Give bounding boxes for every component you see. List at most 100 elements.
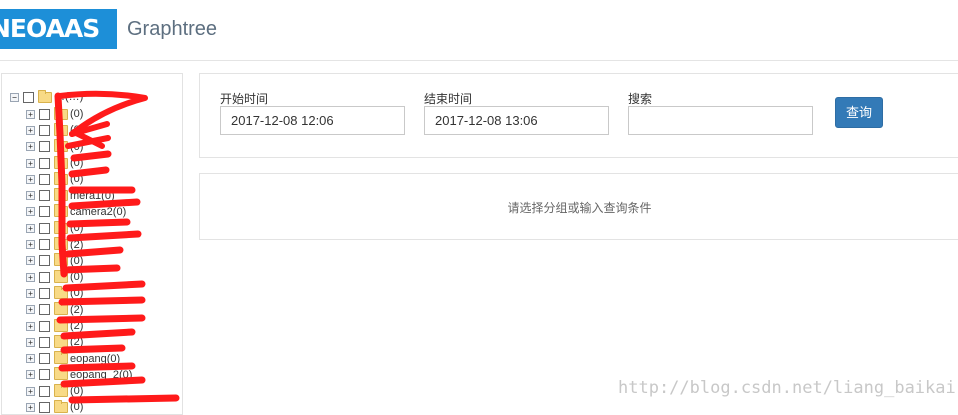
tree-checkbox[interactable] (39, 190, 50, 202)
tree-node[interactable]: + (0) (26, 253, 132, 269)
tree-node[interactable]: + (2) (26, 236, 132, 252)
plus-square-icon[interactable]: + (26, 321, 35, 331)
plus-square-icon[interactable]: + (26, 174, 35, 184)
tree-checkbox[interactable] (39, 157, 50, 169)
tree-node[interactable]: + (0) (26, 269, 132, 285)
tree-node[interactable]: + eopang_2(0) (26, 367, 132, 383)
tree-node[interactable]: + (2) (26, 318, 132, 334)
tree-node-label[interactable]: (0) (70, 400, 83, 414)
tree-checkbox[interactable] (39, 255, 50, 267)
folder-icon (54, 269, 68, 283)
tree-node-label[interactable]: (0) (70, 156, 83, 170)
tree-checkbox[interactable] (39, 206, 50, 218)
plus-square-icon[interactable]: + (26, 337, 35, 347)
query-button[interactable]: 查询 (835, 97, 883, 128)
folder-icon (54, 302, 68, 316)
tree-node-label[interactable]: (0) (70, 123, 83, 137)
tree-node-label[interactable]: (2) (70, 303, 83, 317)
tree-node-label[interactable]: (0) (70, 140, 83, 154)
tree-checkbox[interactable] (39, 108, 50, 120)
tree-node[interactable]: + (0) (26, 399, 132, 414)
tree-node[interactable]: + (0) (26, 171, 132, 187)
tree-node[interactable]: + camera2(0) (26, 204, 132, 220)
tree-node[interactable]: + (0) (26, 106, 132, 122)
tree-node-label[interactable]: (0) (70, 286, 83, 300)
tree-checkbox[interactable] (39, 271, 50, 283)
tree-node-label[interactable]: (0) (70, 384, 83, 398)
group-tree-panel: − …(…) + (0) + (0) + (0) + (0) + (0) + mera1(0) + cam… (1, 73, 183, 415)
tree-node[interactable]: + (0) (26, 383, 132, 399)
empty-result-message: 请选择分组或输入查询条件 (507, 201, 652, 215)
tree-checkbox[interactable] (39, 141, 50, 153)
plus-square-icon[interactable]: + (26, 256, 35, 266)
tree-checkbox[interactable] (39, 385, 50, 397)
tree-node[interactable]: + (0) (26, 139, 132, 155)
tree-node-label[interactable]: (2) (70, 335, 83, 349)
tree-checkbox[interactable] (39, 304, 50, 316)
plus-square-icon[interactable]: + (26, 402, 35, 412)
minus-square-icon[interactable]: − (10, 92, 19, 102)
plus-square-icon[interactable]: + (26, 142, 35, 152)
app-header: NEOAAS Graphtree (0, 0, 958, 61)
tree-node-label[interactable]: (0) (70, 172, 83, 186)
folder-icon (54, 171, 68, 185)
tree-node-label[interactable]: (2) (70, 238, 83, 252)
tree-node-label[interactable]: (0) (70, 270, 83, 284)
brand-logo[interactable]: NEOAAS (0, 9, 117, 49)
tree-node[interactable]: + (0) (26, 122, 132, 138)
tree-root-label[interactable]: …(…) (54, 90, 83, 104)
tree-node[interactable]: + (0) (26, 155, 132, 171)
folder-icon (54, 253, 68, 267)
tree-node[interactable]: + (0) (26, 220, 132, 236)
keyword-input[interactable] (628, 106, 813, 135)
end-time-input[interactable]: 2017-12-08 13:06 (424, 106, 609, 135)
tree-checkbox[interactable] (39, 369, 50, 381)
tree-node[interactable]: + (2) (26, 334, 132, 350)
tree-checkbox[interactable] (39, 353, 50, 365)
tree-node-label[interactable]: eopang(0) (70, 352, 120, 366)
tree-node-label[interactable]: (2) (70, 319, 83, 333)
tree-node[interactable]: + eopang(0) (26, 350, 132, 366)
tree-checkbox[interactable] (39, 401, 50, 413)
tree-checkbox[interactable] (23, 91, 34, 103)
tree-checkbox[interactable] (39, 173, 50, 185)
start-time-input[interactable]: 2017-12-08 12:06 (220, 106, 405, 135)
plus-square-icon[interactable]: + (26, 223, 35, 233)
tree-node-label[interactable]: (0) (70, 221, 83, 235)
plus-square-icon[interactable]: + (26, 272, 35, 282)
result-panel: 请选择分组或输入查询条件 (199, 173, 958, 240)
folder-icon (54, 383, 68, 397)
folder-icon (54, 334, 68, 348)
start-time-label: 开始时间 (220, 92, 269, 106)
tree-checkbox[interactable] (39, 287, 50, 299)
plus-square-icon[interactable]: + (26, 158, 35, 168)
tree-root-node[interactable]: − …(…) (10, 89, 83, 104)
plus-square-icon[interactable]: + (26, 207, 35, 217)
plus-square-icon[interactable]: + (26, 240, 35, 250)
tree-node[interactable]: + (0) (26, 285, 132, 301)
plus-square-icon[interactable]: + (26, 370, 35, 380)
tree-checkbox[interactable] (39, 222, 50, 234)
tree-checkbox[interactable] (39, 320, 50, 332)
plus-square-icon[interactable]: + (26, 125, 35, 135)
tree-checkbox[interactable] (39, 239, 50, 251)
tree-node-label[interactable]: camera2(0) (70, 205, 126, 219)
tree-node-label[interactable]: (0) (70, 107, 83, 121)
tree-node-label[interactable]: (0) (70, 254, 83, 268)
tree-node[interactable]: + (2) (26, 302, 132, 318)
app-title: Graphtree (127, 18, 218, 40)
plus-square-icon[interactable]: + (26, 354, 35, 364)
plus-square-icon[interactable]: + (26, 109, 35, 119)
folder-icon (54, 204, 68, 218)
tree-checkbox[interactable] (39, 336, 50, 348)
plus-square-icon[interactable]: + (26, 288, 35, 298)
tree-node-label[interactable]: mera1(0) (70, 189, 115, 203)
plus-square-icon[interactable]: + (26, 305, 35, 315)
tree-node[interactable]: + mera1(0) (26, 187, 132, 203)
folder-icon (54, 139, 68, 153)
tree-node-label[interactable]: eopang_2(0) (70, 368, 132, 382)
plus-square-icon[interactable]: + (26, 191, 35, 201)
tree-checkbox[interactable] (39, 124, 50, 136)
plus-square-icon[interactable]: + (26, 386, 35, 396)
folder-icon (54, 367, 68, 381)
